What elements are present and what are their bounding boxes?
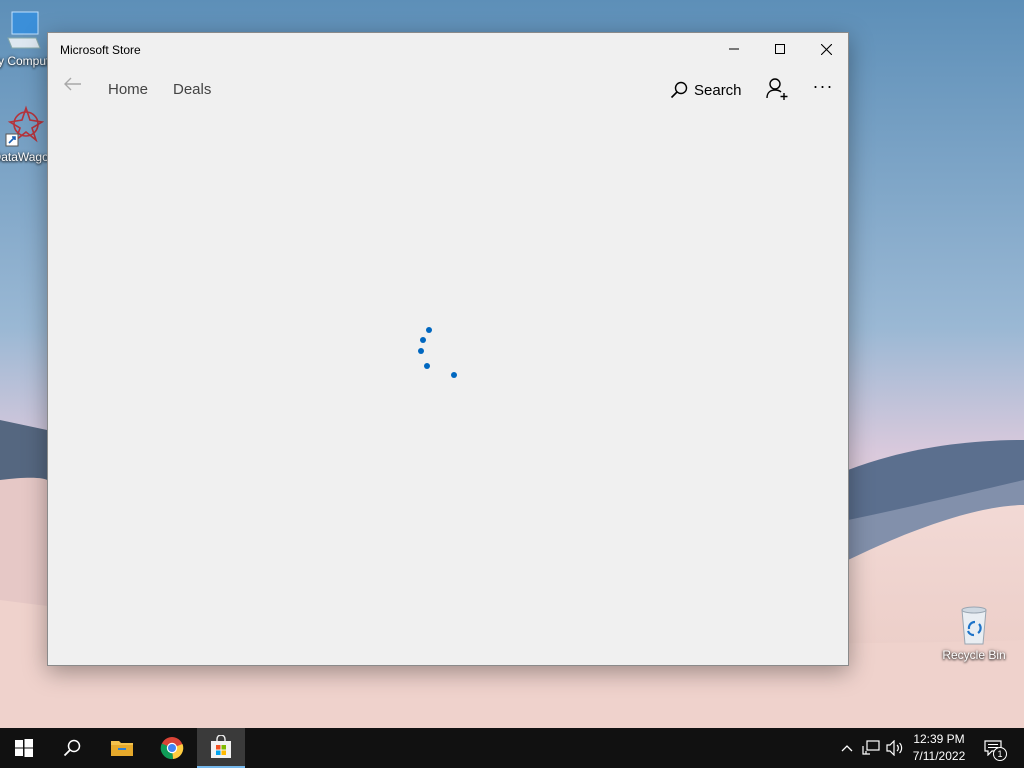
loading-spinner [412,319,472,389]
datawagon-shortcut-icon [5,105,44,147]
desktop-icon-label: Recycle Bin [942,648,1006,662]
start-button[interactable] [0,728,48,768]
nav-home-link[interactable]: Home [108,81,148,98]
window-title: Microsoft Store [60,43,141,57]
computer-icon [7,11,41,49]
desktop-icon-recycle-bin[interactable]: Recycle Bin [936,604,1012,662]
more-options-button[interactable]: ··· [808,73,838,99]
maximize-icon [775,44,785,54]
minimize-icon [729,48,739,50]
clock-date: 7/11/2022 [912,749,966,763]
notification-count-badge: 1 [993,747,1007,761]
chevron-up-icon [841,745,853,752]
chrome-icon [160,737,184,760]
account-add-icon [766,78,788,100]
store-nav-bar: Home Deals Search ··· [48,67,848,111]
volume-icon [886,740,903,756]
search-button[interactable]: Search [670,77,742,103]
network-icon [862,740,880,755]
spinner-dot [451,372,457,378]
volume-button[interactable] [884,728,906,768]
spinner-dot [424,363,430,369]
taskbar-chrome[interactable] [148,728,196,768]
spinner-dot [420,337,426,343]
clock-time: 12:39 PM [913,732,965,746]
spinner-dot [426,327,432,333]
back-button[interactable] [60,71,86,97]
show-hidden-icons-button[interactable] [838,728,856,768]
nav-deals-link[interactable]: Deals [173,81,211,98]
search-icon [63,739,81,757]
store-icon [211,735,231,758]
start-icon [15,739,33,757]
clock[interactable]: 12:39 PM 7/11/2022 [906,731,972,765]
taskbar-store[interactable] [197,728,245,768]
window-titlebar[interactable]: Microsoft Store [48,33,848,67]
account-button[interactable] [763,75,791,103]
close-icon [820,43,832,55]
search-button-label: Search [694,81,742,99]
recycle-bin-icon [961,606,987,645]
spinner-dot [418,348,424,354]
back-arrow-icon [64,77,81,91]
taskbar: 12:39 PM 7/11/2022 [0,728,1024,768]
network-button[interactable] [860,728,882,768]
maximize-button[interactable] [757,33,803,65]
microsoft-store-window: Microsoft Store Home Deals Search ··· [47,32,849,666]
taskbar-file-explorer[interactable] [98,728,146,768]
search-icon [670,81,688,99]
file-explorer-icon [111,741,133,756]
close-button[interactable] [803,33,849,65]
minimize-button[interactable] [711,33,757,65]
taskbar-search-button[interactable] [48,728,96,768]
